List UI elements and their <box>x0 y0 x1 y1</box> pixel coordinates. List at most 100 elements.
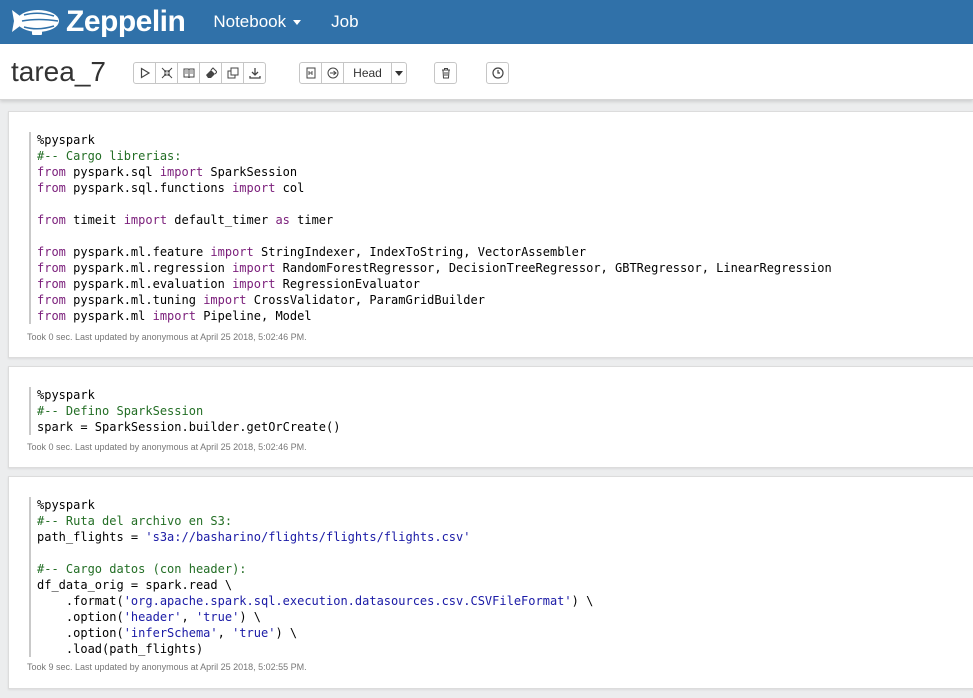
paragraph-3[interactable]: %pyspark #-- Ruta del archivo en S3: path_… <box>8 476 973 689</box>
code-line: .option('inferSchema', 'true') \ <box>37 625 593 641</box>
code-token: import <box>203 293 247 307</box>
export-notebook-button[interactable] <box>243 62 266 84</box>
code-token: pyspark.sql.functions <box>65 181 233 195</box>
version-control-icon <box>306 67 315 79</box>
code-token: pyspark.ml.regression <box>65 261 233 275</box>
code-token: import <box>123 213 168 227</box>
code-token: path_flights = <box>37 530 146 544</box>
code-line: %pyspark <box>37 387 340 403</box>
code-token: pyspark.sql <box>65 165 160 179</box>
eraser-icon <box>205 67 217 78</box>
code-token: 'header' <box>123 610 182 624</box>
revision-dropdown-toggle[interactable] <box>391 62 407 84</box>
code-token: import <box>232 277 276 291</box>
version-control-button[interactable] <box>299 62 322 84</box>
clone-icon <box>227 67 238 79</box>
code-token: %pyspark <box>37 133 95 147</box>
delete-notebook-button[interactable] <box>434 62 457 84</box>
clear-output-button[interactable] <box>199 62 222 84</box>
commit-icon <box>327 67 338 79</box>
paragraph-footer: Took 0 sec. Last updated by anonymous at… <box>27 332 307 342</box>
hide-code-icon <box>161 67 172 79</box>
code-line: .option('header', 'true') \ <box>37 609 593 625</box>
paragraph-2[interactable]: %pyspark #-- Defino SparkSession spark = S… <box>8 366 973 468</box>
code-line: #-- Cargo datos (con header): <box>37 561 593 577</box>
code-token: .format( <box>37 594 124 608</box>
code-editor[interactable]: %pyspark #-- Ruta del archivo en S3: path_… <box>29 497 593 657</box>
code-editor[interactable]: %pyspark #-- Cargo librerias: from pyspark… <box>29 132 832 324</box>
code-token: pyspark.ml.feature <box>65 245 211 259</box>
book-icon <box>183 68 194 79</box>
code-token: import <box>159 165 204 179</box>
code-line: from pyspark.ml import Pipeline, Model <box>37 308 832 324</box>
code-token: .option( <box>37 610 124 624</box>
code-token: .option( <box>37 626 124 640</box>
run-all-button[interactable] <box>133 62 156 84</box>
code-token: from <box>37 213 66 227</box>
code-line: path_flights = 's3a://basharino/flights/… <box>37 529 593 545</box>
code-token: SparkSession <box>203 165 298 179</box>
code-token: Pipeline, Model <box>195 309 312 323</box>
code-token: default_timer <box>167 213 276 227</box>
code-token: CrossValidator, ParamGridBuilder <box>246 293 485 307</box>
code-line: from pyspark.sql.functions import col <box>37 180 832 196</box>
notebook-menu-label: Notebook <box>213 12 287 31</box>
zeppelin-logo[interactable]: Zeppelin <box>10 5 186 39</box>
code-line: %pyspark <box>37 497 593 513</box>
notebook-actions-group <box>133 62 266 84</box>
paragraph-footer: Took 0 sec. Last updated by anonymous at… <box>27 442 307 452</box>
code-token: from <box>37 261 66 275</box>
commit-button[interactable] <box>321 62 344 84</box>
code-line: .load(path_flights) <box>37 641 593 657</box>
code-token: pyspark.ml <box>65 309 153 323</box>
code-token: %pyspark <box>37 498 95 512</box>
code-token: #-- Cargo librerias: <box>37 149 182 163</box>
notebook-title[interactable]: tarea_7 <box>11 56 106 88</box>
code-token: 'inferSchema' <box>123 626 218 640</box>
code-token: col <box>275 181 305 195</box>
show-hide-output-button[interactable] <box>177 62 200 84</box>
scheduler-button[interactable] <box>486 62 509 84</box>
code-token: timeit <box>65 213 124 227</box>
code-token: pyspark.ml.tuning <box>65 293 204 307</box>
download-icon <box>248 68 261 79</box>
paragraph-1[interactable]: %pyspark #-- Cargo librerias: from pyspark… <box>8 111 973 358</box>
zeppelin-logo-icon <box>12 10 59 35</box>
code-line: #-- Ruta del archivo en S3: <box>37 513 593 529</box>
code-line: from pyspark.sql import SparkSession <box>37 164 832 180</box>
code-line: #-- Defino SparkSession <box>37 403 340 419</box>
show-hide-code-button[interactable] <box>155 62 178 84</box>
job-link[interactable]: Job <box>331 12 358 32</box>
code-token: import <box>152 309 196 323</box>
code-line: from pyspark.ml.tuning import CrossValid… <box>37 292 832 308</box>
code-token: spark = SparkSession.builder.getOrCreate… <box>37 420 341 434</box>
code-line: .format('org.apache.spark.sql.execution.… <box>37 593 593 609</box>
code-token: , <box>217 626 233 640</box>
play-icon <box>140 67 150 79</box>
code-token: timer <box>289 213 334 227</box>
code-token: ) \ <box>239 610 261 624</box>
clone-notebook-button[interactable] <box>221 62 244 84</box>
notebook-menu[interactable]: Notebook <box>213 12 302 32</box>
code-line: from pyspark.ml.feature import StringInd… <box>37 244 832 260</box>
code-token: #-- Defino SparkSession <box>37 404 204 418</box>
job-link-label: Job <box>331 12 359 31</box>
code-line: #-- Cargo librerias: <box>37 148 832 164</box>
clock-icon <box>491 67 504 79</box>
code-token: 'true' <box>195 610 240 624</box>
chevron-down-icon <box>293 19 302 25</box>
delete-group <box>434 62 457 84</box>
code-token: from <box>37 245 66 259</box>
head-revision-button[interactable]: Head <box>343 62 392 84</box>
top-navbar: Zeppelin Notebook Job <box>0 0 973 44</box>
paragraph-footer: Took 9 sec. Last updated by anonymous at… <box>27 662 307 672</box>
trash-icon <box>441 68 450 79</box>
code-line: from timeit import default_timer as time… <box>37 212 832 228</box>
code-token: #-- Cargo datos (con header): <box>37 562 247 576</box>
code-token: #-- Ruta del archivo en S3: <box>37 514 233 528</box>
code-editor[interactable]: %pyspark #-- Defino SparkSession spark = S… <box>29 387 340 435</box>
code-token: ) \ <box>571 594 594 608</box>
code-token: 'true' <box>232 626 276 640</box>
code-token: RandomForestRegressor, DecisionTreeRegre… <box>275 261 832 275</box>
